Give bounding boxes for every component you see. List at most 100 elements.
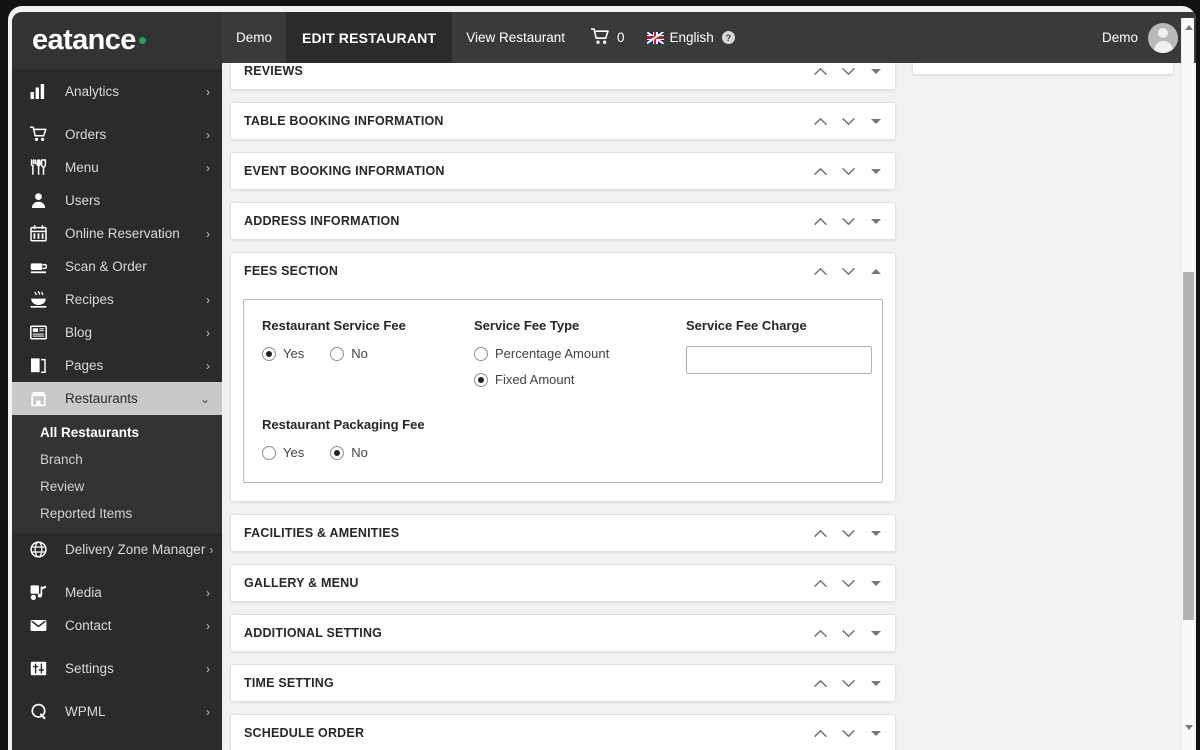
sidebar-subitem-branch[interactable]: Branch xyxy=(12,446,222,473)
panel-facilities-amenities: Facilities & Amenities xyxy=(230,514,896,552)
packaging-fee-option-yes[interactable]: Yes xyxy=(262,445,304,460)
chevron-icon: › xyxy=(209,542,214,557)
radio-icon[interactable] xyxy=(262,346,276,361)
move-up-icon[interactable] xyxy=(813,264,827,278)
service-fee-charge-input[interactable] xyxy=(686,346,872,374)
radio-icon[interactable] xyxy=(474,346,488,361)
move-up-icon[interactable] xyxy=(813,214,827,228)
radio-icon[interactable] xyxy=(474,372,488,387)
move-down-icon[interactable] xyxy=(841,526,855,540)
panel-header[interactable]: Schedule Order xyxy=(231,715,895,750)
move-up-icon[interactable] xyxy=(813,526,827,540)
move-up-icon[interactable] xyxy=(813,726,827,740)
service-fee-type-option-percentage-amount[interactable]: Percentage Amount xyxy=(474,346,686,361)
fees-box: Restaurant Service Fee Yes No Service Fee T… xyxy=(243,299,883,483)
panel-header[interactable]: Fees Section xyxy=(231,253,895,289)
panel-header[interactable]: Facilities & Amenities xyxy=(231,515,895,551)
move-up-icon[interactable] xyxy=(813,676,827,690)
chevron-icon: › xyxy=(206,618,210,633)
help-icon[interactable]: ? xyxy=(721,31,735,44)
toggle-collapse-icon[interactable] xyxy=(869,726,883,740)
panel-additional-setting: Additional Setting xyxy=(230,614,896,652)
radio-icon[interactable] xyxy=(330,445,345,460)
radio-icon[interactable] xyxy=(262,445,276,460)
move-up-icon[interactable] xyxy=(813,576,827,590)
sidebar-item-label: Restaurants xyxy=(65,391,138,406)
panel-header[interactable]: Event Booking Information xyxy=(231,153,895,189)
sidebar-item-wpml[interactable]: WPML › xyxy=(12,695,222,728)
sidebar-subitem-review[interactable]: Review xyxy=(12,473,222,500)
panel-header[interactable]: Time Setting xyxy=(231,665,895,701)
toggle-collapse-icon[interactable] xyxy=(869,164,883,178)
sidebar-item-restaurants[interactable]: Restaurants ⌄ xyxy=(12,382,222,415)
radio-label: Fixed Amount xyxy=(495,372,575,387)
service-fee-type-option-fixed-amount[interactable]: Fixed Amount xyxy=(474,372,686,387)
radio-label: No xyxy=(351,346,368,361)
panel-header[interactable]: Additional Setting xyxy=(231,615,895,651)
sidebar-item-scan-order[interactable]: Scan & Order xyxy=(12,250,222,283)
sidebar-item-blog[interactable]: Blog › xyxy=(12,316,222,349)
move-down-icon[interactable] xyxy=(841,64,855,78)
scroll-down-arrow-icon[interactable] xyxy=(1182,721,1195,734)
sidebar-item-label: Media xyxy=(65,585,102,600)
sidebar-subitem-reported-items[interactable]: Reported Items xyxy=(12,500,222,527)
chevron-icon: › xyxy=(206,704,210,719)
move-down-icon[interactable] xyxy=(841,114,855,128)
service-fee-option-yes[interactable]: Yes xyxy=(262,346,304,361)
radio-icon[interactable] xyxy=(330,346,345,361)
field-restaurant-packaging-fee: Restaurant Packaging Fee Yes No xyxy=(262,417,864,460)
move-down-icon[interactable] xyxy=(841,676,855,690)
sidebar-item-delivery-zone-manager[interactable]: Delivery Zone Manager › xyxy=(12,533,222,566)
brand-logo[interactable]: eatance xyxy=(12,12,222,69)
toggle-collapse-icon[interactable] xyxy=(869,626,883,640)
toggle-collapse-icon[interactable] xyxy=(869,526,883,540)
service-fee-option-no[interactable]: No xyxy=(330,346,368,361)
sidebar-subitem-all-restaurants[interactable]: All Restaurants xyxy=(12,419,222,446)
panel-title: Facilities & Amenities xyxy=(244,526,400,540)
avatar[interactable] xyxy=(1148,22,1178,53)
panel-header[interactable]: Address Information xyxy=(231,203,895,239)
topbar-link-edit-restaurant[interactable]: EDIT RESTAURANT xyxy=(286,12,453,63)
panel-header[interactable]: Gallery & Menu xyxy=(231,565,895,601)
move-up-icon[interactable] xyxy=(813,114,827,128)
topbar-link-demo[interactable]: Demo xyxy=(222,12,286,63)
move-down-icon[interactable] xyxy=(841,576,855,590)
sidebar-item-contact[interactable]: Contact › xyxy=(12,609,222,642)
toggle-collapse-icon[interactable] xyxy=(869,264,883,278)
move-down-icon[interactable] xyxy=(841,164,855,178)
sidebar-item-media[interactable]: Media › xyxy=(12,576,222,609)
panel-controls xyxy=(813,164,883,178)
sidebar-item-label: WPML xyxy=(65,704,106,719)
sidebar-item-settings[interactable]: Settings › xyxy=(12,652,222,685)
content-scrollbar[interactable] xyxy=(1181,18,1194,750)
move-down-icon[interactable] xyxy=(841,626,855,640)
packaging-fee-option-no[interactable]: No xyxy=(330,445,368,460)
panel-header[interactable]: Table Booking Information xyxy=(231,103,895,139)
move-down-icon[interactable] xyxy=(841,726,855,740)
move-up-icon[interactable] xyxy=(813,64,827,78)
sidebar-item-online-reservation[interactable]: Online Reservation › xyxy=(12,217,222,250)
move-down-icon[interactable] xyxy=(841,214,855,228)
language-switcher[interactable]: English ? xyxy=(637,12,745,63)
move-up-icon[interactable] xyxy=(813,626,827,640)
sidebar-item-menu[interactable]: Menu › xyxy=(12,151,222,184)
topbar-link-view-restaurant[interactable]: View Restaurant xyxy=(452,12,579,63)
scrollbar-thumb[interactable] xyxy=(1183,272,1194,620)
move-up-icon[interactable] xyxy=(813,164,827,178)
field-restaurant-service-fee: Restaurant Service Fee Yes No xyxy=(262,318,474,387)
sidebar-item-recipes[interactable]: Recipes › xyxy=(12,283,222,316)
sidebar-item-pages[interactable]: Pages › xyxy=(12,349,222,382)
toggle-collapse-icon[interactable] xyxy=(869,214,883,228)
sidebar-item-orders[interactable]: Orders › xyxy=(12,118,222,151)
field-label: Service Fee Charge xyxy=(686,318,807,333)
cart-button[interactable]: 0 xyxy=(579,12,637,63)
packaging-fee-radio-group: Yes No xyxy=(262,445,864,460)
toggle-collapse-icon[interactable] xyxy=(869,576,883,590)
toggle-collapse-icon[interactable] xyxy=(869,64,883,78)
toggle-collapse-icon[interactable] xyxy=(869,114,883,128)
sidebar-item-users[interactable]: Users xyxy=(12,184,222,217)
scroll-up-arrow-icon[interactable] xyxy=(1182,21,1195,34)
toggle-collapse-icon[interactable] xyxy=(869,676,883,690)
move-down-icon[interactable] xyxy=(841,264,855,278)
sidebar-item-analytics[interactable]: Analytics › xyxy=(12,75,222,108)
